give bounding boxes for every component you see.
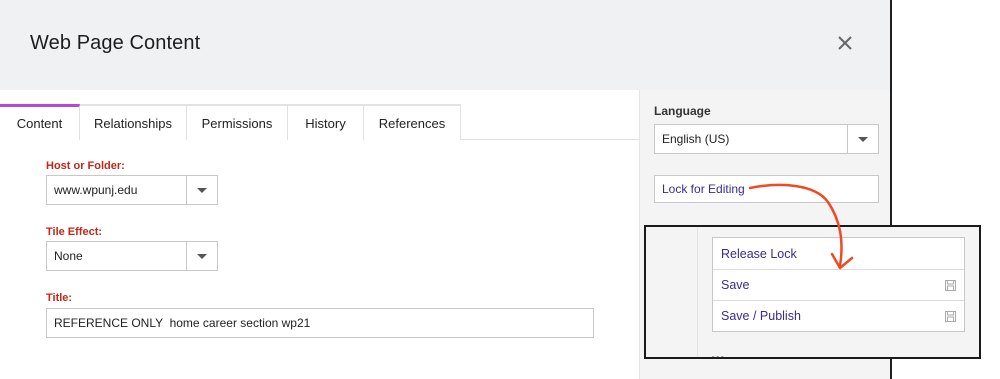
- lock-for-editing-button[interactable]: Lock for Editing: [654, 175, 879, 203]
- tab-content[interactable]: Content: [0, 104, 80, 140]
- save-icon: [945, 310, 956, 322]
- save-publish-button[interactable]: Save / Publish: [713, 300, 964, 331]
- tile-effect-value: None: [54, 249, 83, 263]
- release-lock-label: Release Lock: [721, 246, 797, 261]
- dialog-header: Web Page Content: [0, 0, 890, 90]
- save-button[interactable]: Save: [713, 269, 964, 300]
- host-folder-label: Host or Folder:: [46, 160, 125, 172]
- tile-effect-select[interactable]: None: [46, 241, 218, 271]
- tab-references[interactable]: References: [364, 104, 461, 140]
- release-lock-button[interactable]: Release Lock: [713, 238, 964, 269]
- close-button[interactable]: [832, 30, 858, 56]
- tab-history[interactable]: History: [288, 104, 364, 140]
- host-folder-dropdown-button[interactable]: [186, 176, 217, 204]
- tab-relationships[interactable]: Relationships: [80, 104, 187, 140]
- save-icon: [945, 279, 956, 291]
- tab-bar: Content Relationships Permissions Histor…: [0, 104, 640, 140]
- title-label: Title:: [46, 292, 73, 304]
- chevron-down-icon: [197, 253, 207, 259]
- language-dropdown-button[interactable]: [847, 125, 878, 153]
- page: Web Page Content Content Relationships P…: [0, 0, 1000, 379]
- host-folder-select[interactable]: www.wpunj.edu: [46, 175, 218, 205]
- actions-menu: Release Lock Save Save / Publish: [712, 237, 965, 332]
- language-value: English (US): [662, 132, 730, 146]
- tile-effect-label: Tile Effect:: [46, 226, 103, 238]
- title-input[interactable]: [46, 308, 594, 338]
- chevron-down-icon: [197, 187, 207, 193]
- chevron-down-icon: [858, 136, 868, 142]
- zoom-inset: Release Lock Save Save / Publish Wo: [644, 225, 981, 359]
- language-select[interactable]: English (US): [654, 124, 879, 154]
- language-label: Language: [654, 104, 711, 118]
- partial-heading: Wo: [712, 354, 730, 357]
- inset-left-panel: [646, 227, 698, 357]
- save-label: Save: [721, 278, 750, 292]
- tab-permissions[interactable]: Permissions: [187, 104, 288, 140]
- save-publish-label: Save / Publish: [721, 309, 801, 323]
- tile-effect-dropdown-button[interactable]: [186, 242, 217, 270]
- dialog-title: Web Page Content: [30, 32, 201, 54]
- host-folder-value: www.wpunj.edu: [54, 183, 138, 197]
- close-icon: [838, 36, 852, 50]
